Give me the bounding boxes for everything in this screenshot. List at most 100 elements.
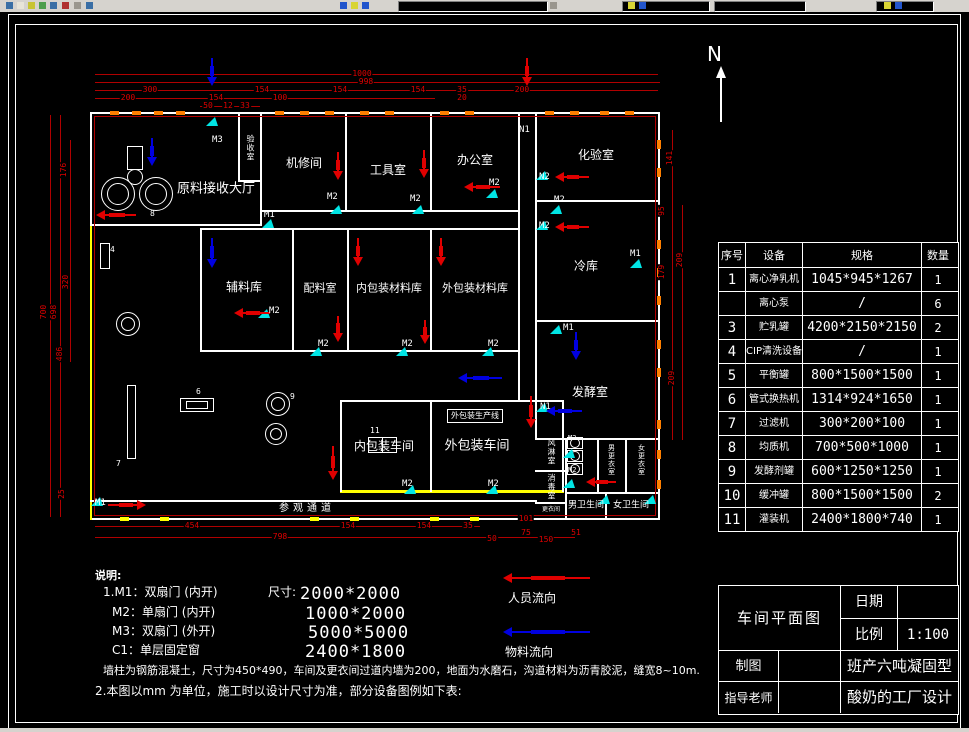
dimension-line (94, 116, 95, 516)
room-label-outer-pack-shop: 外包装车间 (444, 438, 510, 454)
project-line2: 酸奶的工厂设计 (846, 688, 952, 706)
door-label: M3 (212, 135, 223, 145)
dim-label: 35 (462, 521, 474, 530)
table-cell: 1 (921, 388, 954, 411)
table-cell: 管式换热机 (745, 388, 802, 411)
equipment-rect-symbol (186, 401, 208, 409)
window-mark (657, 420, 661, 429)
wall (292, 228, 294, 352)
dimension-line (672, 130, 673, 440)
wall (340, 400, 342, 492)
window-mark (600, 111, 609, 115)
door-label: M2 (554, 195, 565, 205)
flow-arrow (96, 210, 136, 220)
table-row: 5 平衡罐 800*1500*1500 1 (719, 363, 958, 387)
flow-arrow (458, 373, 502, 383)
flow-arrow (333, 316, 343, 342)
equipment-mark: 11 (370, 426, 380, 435)
wall (535, 502, 567, 504)
table-row: 10 缓冲罐 800*1500*1500 2 (719, 483, 958, 507)
door-label: M2 (488, 479, 499, 489)
notes-heading: 说明: (95, 569, 122, 582)
toolbar-icon[interactable] (50, 2, 57, 9)
window-mark (154, 111, 163, 115)
note-size-m1: 2000*2000 (300, 584, 402, 604)
scale-value: 1:100 (898, 619, 958, 651)
table-cell: 离心净乳机 (745, 268, 802, 291)
flow-arrow (207, 58, 217, 86)
table-cell: 1 (921, 436, 954, 459)
note-line-c1: C1：单层固定窗 (112, 643, 201, 657)
window-mark (657, 368, 661, 377)
toolbar-field[interactable] (714, 1, 806, 12)
toolbar-icon[interactable] (6, 2, 13, 9)
toolbar-icon[interactable] (884, 2, 891, 9)
wall (430, 400, 432, 492)
equipment-circle-symbol (127, 169, 143, 185)
dim-label: 150 (537, 535, 555, 544)
room-label-men-toilet: 男卫生间 (567, 500, 605, 511)
toolbar-icon[interactable] (895, 2, 902, 9)
dim-label: 50 (486, 534, 498, 543)
table-cell: 3 (727, 319, 737, 336)
date-label: 日期 (841, 586, 898, 619)
dimension-line (95, 537, 575, 538)
equipment-rect-symbol (127, 385, 136, 459)
dim-label: 454 (183, 521, 201, 530)
toolbar-field[interactable] (398, 1, 548, 12)
toolbar-icon[interactable] (362, 2, 369, 9)
toolbar-icon[interactable] (86, 2, 93, 9)
table-cell: / (802, 292, 921, 315)
room-label-ingredient: 配料室 (303, 281, 337, 295)
table-cell: 600*1250*1250 (802, 460, 921, 483)
north-label: N (707, 42, 722, 66)
dim-label: 154 (331, 85, 349, 94)
advisor-label: 指导老师 (719, 682, 779, 713)
toolbar-icon[interactable] (74, 2, 81, 9)
table-row: 7 过滤机 300*200*100 1 (719, 411, 958, 435)
table-cell: 1 (921, 460, 954, 483)
toolbar-icon[interactable] (17, 2, 24, 9)
door-label: M2 (402, 339, 413, 349)
flow-arrow (420, 320, 430, 344)
advisor-value (779, 682, 841, 713)
toolbar-icon[interactable] (550, 2, 557, 9)
equipment-mark: 9 (290, 392, 295, 401)
dimension-line (94, 515, 656, 516)
toolbar-icon[interactable] (62, 2, 69, 9)
window-mark (325, 111, 334, 115)
toolbar-icon[interactable] (351, 2, 358, 9)
toolbar-icon[interactable] (39, 2, 46, 9)
dim-label: 154 (415, 521, 433, 530)
door-label: M2 (410, 194, 421, 204)
table-cell: 贮乳罐 (745, 316, 802, 339)
toolbar-icon[interactable] (639, 2, 646, 9)
equipment-mark: 4 (110, 245, 115, 254)
flow-arrow (571, 332, 581, 360)
flow-arrow (555, 222, 589, 232)
dim-label: 200 (513, 85, 531, 94)
room-label-women-toilet: 女卫生间 (612, 500, 650, 511)
equipment-table-header: 序号 设备 规格 数量 (719, 243, 958, 267)
equipment-mark: 8 (150, 209, 155, 218)
drafter-value (779, 651, 841, 682)
window-mark (657, 140, 661, 149)
equipment-rect-symbol (100, 243, 110, 269)
toolbar-icon[interactable] (340, 2, 347, 9)
toolbar-field[interactable] (622, 1, 710, 12)
dim-label: 101 (517, 514, 535, 523)
window-mark (385, 111, 394, 115)
room-label-disinfect: 消毒室 (547, 473, 556, 501)
toolbar-icon[interactable] (28, 2, 35, 9)
equipment-table: 序号 设备 规格 数量 1 离心净乳机 1045*945*1267 1 离心泵/6 3 贮乳… (718, 242, 959, 532)
dim-label: 51 (570, 528, 582, 537)
window-mark (625, 111, 634, 115)
table-cell: 均质机 (745, 436, 802, 459)
dim-label: 50 (202, 101, 214, 110)
flow-arrow (333, 152, 343, 180)
toolbar-icon[interactable] (628, 2, 635, 9)
flow-arrow (586, 477, 616, 487)
room-label-buffer: 更衣间 (541, 506, 561, 513)
table-cell: 发酵剂罐 (745, 460, 802, 483)
equipment-table-body: 1 离心净乳机 1045*945*1267 1 离心泵/6 3 贮乳罐 4200*2150*2… (719, 267, 958, 531)
